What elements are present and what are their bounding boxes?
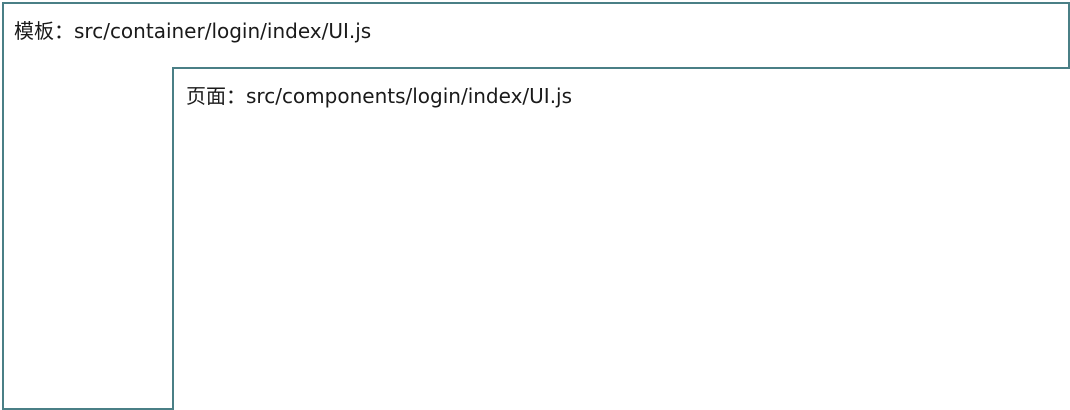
template-container-box: 模板：src/container/login/index/UI.js 页面：sr…	[2, 2, 1070, 410]
template-label-prefix: 模板：	[14, 19, 74, 43]
page-label-prefix: 页面：	[186, 84, 246, 108]
page-label: 页面：src/components/login/index/UI.js	[186, 83, 572, 109]
page-component-box: 页面：src/components/login/index/UI.js	[172, 67, 1070, 410]
template-label-path: src/container/login/index/UI.js	[74, 19, 372, 43]
template-label: 模板：src/container/login/index/UI.js	[14, 18, 371, 44]
page-label-path: src/components/login/index/UI.js	[246, 84, 573, 108]
